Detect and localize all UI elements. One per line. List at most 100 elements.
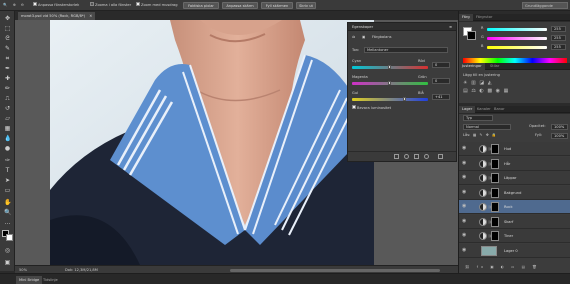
marquee-tool-icon[interactable]: ⬚ — [4, 25, 11, 32]
layer-name[interactable]: Tiner — [504, 233, 513, 239]
quick-mask-icon[interactable]: ◎ — [4, 247, 11, 254]
layer-name[interactable]: Lager 0 — [504, 248, 518, 254]
magenta-green-thumb[interactable] — [388, 81, 391, 85]
eye-icon[interactable]: ◉ — [462, 204, 468, 209]
panel-menu-icon[interactable]: ≡ — [449, 23, 452, 31]
eye-icon[interactable]: ◉ — [462, 189, 468, 195]
scrubby-zoom-checkbox[interactable]: Zoom med musdrag — [136, 2, 178, 9]
crop-tool-icon[interactable]: ⌗ — [4, 55, 11, 62]
zoom-tool-icon[interactable]: 🔍 — [4, 209, 11, 216]
yellow-blue-value[interactable]: +41 — [432, 94, 450, 100]
trash-icon[interactable] — [438, 154, 443, 159]
hand-tool-icon[interactable]: ✋ — [4, 199, 11, 206]
fill-value[interactable]: 100% — [551, 133, 568, 139]
tab-swatches[interactable]: Färgrutor — [473, 14, 495, 21]
path-select-tool-icon[interactable]: ➤ — [4, 177, 11, 184]
tone-select[interactable]: Mellantoner — [364, 47, 448, 53]
adjustment-icons-row-1[interactable]: ☀ ▥ ◪ ◭ — [463, 81, 493, 86]
blur-tool-icon[interactable]: 💧 — [4, 135, 11, 142]
layers-footer-icons[interactable]: ⛓ fx ▣ ◐ ▭ ▤ 🗑 — [465, 265, 540, 270]
type-tool-icon[interactable]: T — [4, 167, 11, 174]
magenta-green-value[interactable]: 0 — [432, 78, 450, 84]
tab-timeline[interactable]: Tidslinje — [40, 276, 61, 284]
workspace-select[interactable]: Grundläggande — [522, 2, 568, 9]
resize-windows-checkbox[interactable]: Anpassa fönsterstorlek — [33, 2, 79, 9]
eye-icon[interactable]: ◉ — [462, 218, 468, 224]
fit-screen-button[interactable]: Anpassa skärm — [222, 2, 258, 9]
lock-icons[interactable]: ▦ ✎ ✥ 🔒 — [473, 133, 497, 138]
layer-row[interactable]: ◉ ⛓ Skarf — [459, 214, 570, 229]
yellow-blue-thumb[interactable] — [403, 97, 406, 101]
preserve-luminosity-checkbox[interactable]: Bevara luminositet — [352, 105, 391, 111]
extra-tools-icon[interactable]: … — [4, 219, 11, 226]
layer-mask-thumbnail[interactable] — [491, 187, 499, 198]
layer-row[interactable]: ◉ ⛓ Hår — [459, 156, 570, 171]
layer-mask-thumbnail[interactable] — [491, 231, 499, 241]
layer-filter-select[interactable]: Typ — [463, 115, 493, 121]
layer-mask-thumbnail[interactable] — [491, 216, 499, 227]
adjustment-icons-row-2[interactable]: ▤ ⚖ ◐ ▩ ◉ ▦ — [463, 89, 509, 94]
eye-icon[interactable]: ◉ — [462, 233, 468, 238]
history-brush-tool-icon[interactable]: ↺ — [4, 105, 11, 112]
gradient-tool-icon[interactable]: ▦ — [4, 125, 11, 132]
close-icon[interactable]: ✕ — [89, 14, 92, 18]
document-tab[interactable]: morot3.psd vid 50% (Rock, RGB/8*) ✕ — [18, 12, 96, 20]
layer-mask-thumbnail[interactable] — [491, 173, 499, 183]
eraser-tool-icon[interactable]: ▱ — [4, 115, 11, 122]
layer-mask-thumbnail[interactable] — [491, 202, 499, 212]
r-value[interactable]: 255 — [551, 26, 566, 32]
all-windows-checkbox[interactable]: Zooma i alla fönster — [90, 2, 131, 9]
eyedropper-tool-icon[interactable]: ✒ — [4, 65, 11, 72]
properties-panel-header[interactable]: Egenskaper ≡ — [348, 23, 456, 31]
eye-icon[interactable]: ◉ — [462, 175, 468, 180]
screen-mode-icon[interactable]: ▣ — [4, 259, 11, 266]
move-tool-icon[interactable]: ✥ — [4, 15, 11, 22]
layer-row[interactable]: ◉ ⛓ Läppar — [459, 171, 570, 185]
tab-mini-bridge[interactable]: Mini Bridge — [16, 276, 43, 284]
layer-row[interactable]: ◉ ⛓ Rock — [459, 200, 570, 214]
layer-name[interactable]: Hår — [504, 161, 510, 167]
tab-adjustments[interactable]: Justeringar — [459, 63, 485, 70]
background-swatch[interactable] — [467, 31, 476, 40]
document-canvas[interactable] — [50, 20, 374, 265]
quick-select-tool-icon[interactable]: ✎ — [4, 45, 11, 52]
background-color-swatch[interactable] — [6, 234, 13, 241]
cyan-red-value[interactable]: 0 — [432, 62, 450, 68]
eye-icon[interactable]: ◉ — [462, 160, 468, 166]
layer-mask-thumbnail[interactable] — [491, 158, 499, 169]
layer-name[interactable]: Skarf — [504, 219, 513, 225]
zoom-tool-icon[interactable]: 🔍 — [3, 2, 7, 9]
blend-mode-select[interactable]: Normal — [463, 124, 511, 130]
layer-row[interactable]: ◉ ⛓ Hud — [459, 142, 570, 156]
horizontal-scrollbar[interactable] — [230, 269, 440, 272]
shape-tool-icon[interactable]: ▭ — [4, 187, 11, 194]
zoom-out-icon[interactable]: ⊖ — [21, 2, 24, 9]
layer-name[interactable]: Läppar — [504, 175, 516, 181]
healing-brush-tool-icon[interactable]: ✚ — [4, 75, 11, 82]
opacity-value[interactable]: 100% — [551, 124, 568, 130]
brush-tool-icon[interactable]: ✏ — [4, 85, 11, 92]
cyan-red-thumb[interactable] — [388, 65, 391, 69]
mask-icon[interactable]: ▣ — [362, 35, 365, 40]
yellow-blue-slider[interactable] — [352, 98, 428, 101]
layer-name[interactable]: Hud — [504, 146, 511, 152]
eye-icon[interactable]: ◉ — [462, 247, 468, 253]
g-value[interactable]: 255 — [551, 35, 566, 41]
g-slider[interactable] — [487, 37, 547, 40]
actual-pixels-button[interactable]: Faktiska pixlar — [183, 2, 219, 9]
clip-to-layer-icon[interactable] — [394, 154, 399, 159]
layer-name[interactable]: Rock — [504, 204, 513, 210]
reset-icon[interactable] — [414, 154, 419, 159]
b-value[interactable]: 255 — [551, 44, 566, 50]
layer-row[interactable]: ◉ ⛓ Tiner — [459, 229, 570, 243]
b-slider[interactable] — [487, 46, 547, 49]
layer-row[interactable]: ◉ Lager 0 — [459, 243, 570, 258]
layer-row[interactable]: ◉ ⛓ Bakgrund — [459, 185, 570, 200]
eye-icon[interactable]: ◉ — [462, 146, 468, 151]
layer-name[interactable]: Bakgrund — [504, 190, 521, 196]
visibility-icon[interactable] — [424, 154, 429, 159]
fill-screen-button[interactable]: Fyll skärmen — [261, 2, 293, 9]
tab-color[interactable]: Färg — [459, 14, 473, 21]
view-previous-icon[interactable] — [404, 154, 409, 159]
clone-stamp-tool-icon[interactable]: ⎍ — [4, 95, 11, 102]
